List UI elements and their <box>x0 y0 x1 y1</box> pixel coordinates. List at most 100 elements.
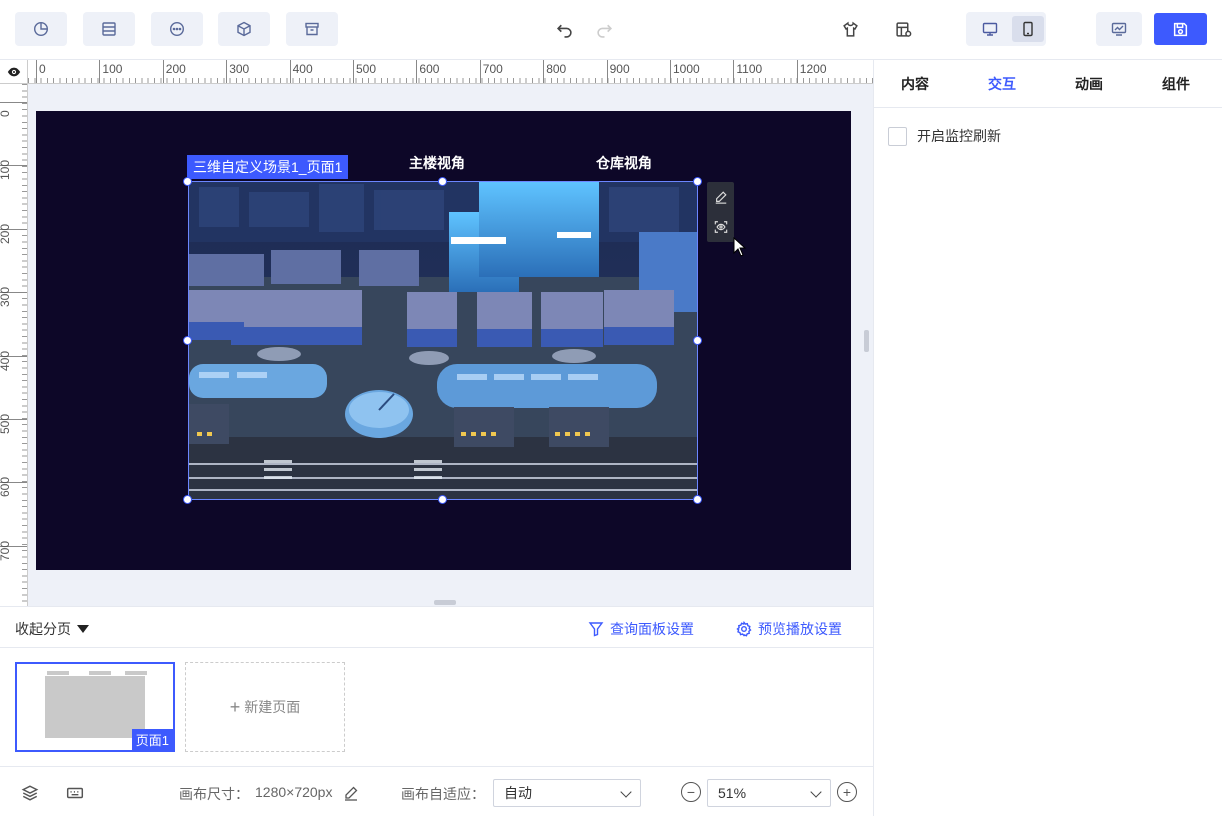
undo-icon <box>556 24 572 38</box>
ruler-tick-label: 600 <box>416 60 439 83</box>
mobile-view-button[interactable] <box>1012 16 1044 42</box>
selected-component-label: 三维自定义场景1_页面1 <box>187 155 349 179</box>
ruler-tick-label: 1200 <box>796 60 827 83</box>
table-icon <box>102 22 116 36</box>
canvas-adapt-value: 自动 <box>504 785 532 801</box>
plus-icon: + <box>229 697 241 717</box>
thumb-title-bar <box>125 671 147 675</box>
ruler-tick-text: 400 <box>0 350 12 371</box>
zoom-select[interactable]: 51% <box>707 779 831 807</box>
query-panel-settings-label: 查询面板设置 <box>610 621 694 637</box>
ruler-tick-label: 100 <box>99 60 122 83</box>
canvas-horizontal-scrollbar[interactable] <box>434 600 456 605</box>
ruler-tick-label: 500 <box>0 414 27 434</box>
resize-handle-bottom[interactable] <box>438 495 447 504</box>
ruler-tick-label: 0 <box>0 102 27 117</box>
resize-handle-right[interactable] <box>693 336 702 345</box>
warehouse-view-title[interactable]: 仓库视角 <box>596 153 652 173</box>
ruler-tick-text: 0 <box>0 89 12 117</box>
cube-button[interactable] <box>218 12 270 46</box>
new-page-label: 新建页面 <box>244 699 301 715</box>
ruler-tick-text: 200 <box>0 223 12 244</box>
horizontal-ruler: 0 100 200 300 400 500 600 700 800 900 1000 1100 1200 <box>28 60 873 84</box>
new-page-button[interactable]: + 新建页面 <box>185 662 345 752</box>
tab-component[interactable]: 组件 <box>1162 60 1190 108</box>
canvas-adapt-label: 画布自适应： <box>401 786 485 802</box>
ruler-tick-label: 0 <box>36 60 46 83</box>
filter-icon <box>588 622 604 637</box>
template-button[interactable] <box>888 14 918 44</box>
ruler-tick-label: 700 <box>479 60 503 83</box>
save-icon <box>1173 22 1188 36</box>
monitor-refresh-option[interactable]: 开启监控刷新 <box>888 126 1001 146</box>
ruler-visibility-toggle[interactable] <box>0 60 28 84</box>
layers-icon[interactable] <box>21 784 39 802</box>
template-icon <box>895 21 911 37</box>
ruler-tick-label: 200 <box>0 224 27 244</box>
zoom-out-button[interactable]: − <box>681 782 701 802</box>
redo-icon <box>596 24 612 38</box>
undo-button[interactable] <box>549 14 579 44</box>
theme-button[interactable] <box>835 14 865 44</box>
canvas-vertical-scrollbar[interactable] <box>864 330 869 352</box>
device-switch <box>966 12 1046 46</box>
property-tabs: 内容 交互 动画 组件 <box>874 60 1222 108</box>
ruler-tick-label: 400 <box>0 351 27 371</box>
gear-icon <box>736 621 752 637</box>
monitor-icon <box>982 22 998 36</box>
view-component-button[interactable] <box>707 212 734 242</box>
keyboard-icon[interactable] <box>66 784 84 802</box>
resize-handle-top[interactable] <box>438 177 447 186</box>
tab-content[interactable]: 内容 <box>901 60 929 108</box>
canvas-adapt-select[interactable]: 自动 <box>493 779 641 807</box>
zoom-in-button[interactable]: + <box>837 782 857 802</box>
mouse-cursor-icon <box>733 237 747 257</box>
status-bar: 画布尺寸： 1280×720px 画布自适应： 自动 − 51% + <box>0 766 873 816</box>
query-panel-settings-link[interactable]: 查询面板设置 <box>588 619 694 639</box>
redo-button[interactable] <box>589 14 619 44</box>
thumb-title-bar <box>47 671 69 675</box>
monitor-refresh-checkbox[interactable] <box>888 126 907 146</box>
property-panel: 内容 交互 动画 组件 开启监控刷新 <box>873 60 1222 816</box>
main-building-view-title[interactable]: 主楼视角 <box>409 153 465 173</box>
preview-icon <box>1111 22 1127 36</box>
resize-handle-bottom-left[interactable] <box>183 495 192 504</box>
top-toolbar <box>0 0 1222 60</box>
component-float-toolbar <box>707 182 734 242</box>
ruler-tick-label: 900 <box>606 60 630 83</box>
collapse-pages-label: 收起分页 <box>15 621 71 637</box>
save-button[interactable] <box>1154 13 1207 45</box>
resize-handle-top-left[interactable] <box>183 177 192 186</box>
scan-eye-icon <box>714 221 727 233</box>
3d-scene-component[interactable] <box>188 181 698 500</box>
preview-button[interactable] <box>1096 12 1142 46</box>
resize-handle-left[interactable] <box>183 336 192 345</box>
canvas-size-value: 1280×720px <box>255 784 333 800</box>
edit-component-button[interactable] <box>707 182 734 212</box>
tab-animation[interactable]: 动画 <box>1075 60 1103 108</box>
chart-button[interactable] <box>15 12 67 46</box>
thumb-preview <box>45 676 145 738</box>
ruler-tick-text: 100 <box>0 160 12 181</box>
ruler-tick-text: 600 <box>0 477 12 498</box>
3d-city-scene-image <box>189 182 697 499</box>
ruler-tick-label: 200 <box>162 60 186 83</box>
resize-handle-bottom-right[interactable] <box>693 495 702 504</box>
canvas-size-label: 画布尺寸： <box>179 786 249 802</box>
collapse-pages-toggle[interactable]: 收起分页 <box>15 619 89 639</box>
ruler-tick-label: 700 <box>0 541 27 561</box>
ruler-tick-label: 400 <box>289 60 313 83</box>
preview-play-settings-link[interactable]: 预览播放设置 <box>736 619 842 639</box>
pc-view-button[interactable] <box>974 16 1006 42</box>
resize-handle-top-right[interactable] <box>693 177 702 186</box>
eye-icon <box>7 67 20 76</box>
table-button[interactable] <box>83 12 135 46</box>
plus-icon: + <box>842 784 852 800</box>
page-thumbnail-label: 页面1 <box>131 729 173 750</box>
tab-interaction[interactable]: 交互 <box>988 60 1016 108</box>
more-button[interactable] <box>151 12 203 46</box>
edit-canvas-size-icon[interactable] <box>343 785 359 801</box>
archive-button[interactable] <box>286 12 338 46</box>
vertical-ruler: 0 100 200 300 400 500 600 700 <box>0 84 28 606</box>
page-thumbnail[interactable]: 页面1 <box>15 662 175 752</box>
